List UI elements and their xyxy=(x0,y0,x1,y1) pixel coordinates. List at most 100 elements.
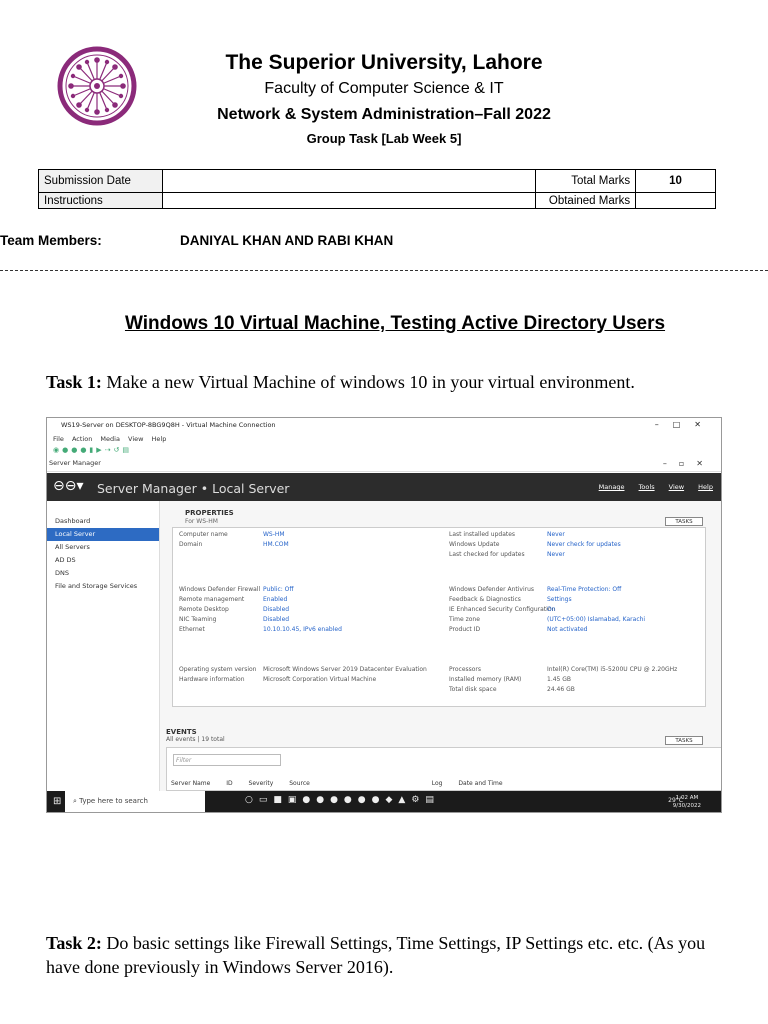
property-row: Feedback & Diagnostics Settings xyxy=(449,596,572,604)
sidebar-item-local-server[interactable]: Local Server xyxy=(47,528,159,541)
property-value[interactable]: WS-HM xyxy=(263,531,285,538)
clock-date: 9/30/2022 xyxy=(672,803,701,809)
events-tasks-button[interactable]: TASKS xyxy=(665,736,703,745)
property-key: Ethernet xyxy=(179,626,205,633)
property-value[interactable]: Settings xyxy=(547,596,572,603)
task-1-text: Make a new Virtual Machine of windows 10… xyxy=(101,372,635,392)
vm-menubar: File Action Media View Help xyxy=(47,434,721,445)
property-row: Total disk space 24.46 GB xyxy=(449,686,575,694)
team-names: DANIYAL KHAN AND RABI KHAN xyxy=(180,233,394,248)
col-source[interactable]: Source xyxy=(289,780,310,787)
property-row: Ethernet 10.10.10.45, IPv6 enabled xyxy=(179,626,342,634)
property-row: NIC Teaming Disabled xyxy=(179,616,289,624)
property-value[interactable]: 10.10.10.45, IPv6 enabled xyxy=(263,626,342,633)
sidebar-item-ad-ds[interactable]: AD DS xyxy=(47,554,159,567)
property-row: Last installed updates Never xyxy=(449,531,565,539)
events-panel: Filter Server Name ID Severity Source Lo… xyxy=(166,747,721,791)
vm-menu-media[interactable]: Media xyxy=(100,435,120,443)
dashed-divider xyxy=(0,270,768,271)
events-columns: Server Name ID Severity Source Log Date … xyxy=(171,780,517,787)
sidebar-item-file-storage[interactable]: File and Storage Services xyxy=(47,580,159,593)
sidebar-item-dns[interactable]: DNS xyxy=(47,567,159,580)
taskbar-search-input[interactable]: ⌕ Type here to search xyxy=(65,791,205,812)
header-menu: Manage Tools View Help xyxy=(587,483,713,491)
property-key: Computer name xyxy=(179,531,228,538)
view-menu[interactable]: View xyxy=(669,483,684,491)
sidebar-item-dashboard[interactable]: Dashboard xyxy=(47,515,159,528)
property-value[interactable]: Public: Off xyxy=(263,586,294,593)
property-key: Total disk space xyxy=(449,686,497,693)
property-row: Product ID Not activated xyxy=(449,626,588,634)
help-menu[interactable]: Help xyxy=(698,483,713,491)
vm-toolbar-icons[interactable]: ◉●●●▮▶⇢↺▤ xyxy=(47,445,721,456)
property-value[interactable]: Microsoft Windows Server 2019 Datacenter… xyxy=(263,666,427,673)
col-severity[interactable]: Severity xyxy=(249,780,274,787)
property-value[interactable]: Microsoft Corporation Virtual Machine xyxy=(263,676,376,683)
instructions-value xyxy=(161,192,537,209)
vm-menu-file[interactable]: File xyxy=(53,435,64,443)
property-value[interactable]: Never xyxy=(547,551,565,558)
tools-menu[interactable]: Tools xyxy=(639,483,655,491)
events-subtitle: All events | 19 total xyxy=(166,736,225,743)
taskbar-clock[interactable]: 1:02 AM 9/30/2022 xyxy=(673,794,701,810)
property-value[interactable]: Disabled xyxy=(263,616,289,623)
col-log[interactable]: Log xyxy=(432,780,443,787)
sm-window-controls-icon[interactable]: –▫✕ xyxy=(663,459,715,468)
instructions-label: Instructions xyxy=(38,192,163,209)
property-value[interactable]: Real-Time Protection: Off xyxy=(547,586,621,593)
vm-menu-view[interactable]: View xyxy=(128,435,143,443)
property-value[interactable]: Not activated xyxy=(547,626,588,633)
property-value[interactable]: 1.45 GB xyxy=(547,676,571,683)
start-icon[interactable]: ⊞ xyxy=(53,796,61,807)
col-date[interactable]: Date and Time xyxy=(458,780,502,787)
events-filter-input[interactable]: Filter xyxy=(173,754,281,766)
property-key: IE Enhanced Security Configuration xyxy=(449,606,556,613)
taskbar-apps-icon[interactable]: ○▭■▣●●●●●●◆▲⚙▤ xyxy=(245,795,440,805)
manage-menu[interactable]: Manage xyxy=(599,483,625,491)
sm-sidebar: Dashboard Local Server All Servers AD DS… xyxy=(47,501,160,791)
property-value[interactable]: Intel(R) Core(TM) i5-5200U CPU @ 2.20GHz xyxy=(547,666,677,673)
property-row: Computer name WS-HM xyxy=(179,531,285,539)
submission-date-value xyxy=(161,169,537,193)
obtained-marks-value xyxy=(635,192,716,209)
property-value[interactable]: On xyxy=(547,606,556,613)
property-key: NIC Teaming xyxy=(179,616,217,623)
properties-tasks-button[interactable]: TASKS xyxy=(665,517,703,526)
property-value[interactable]: Never xyxy=(547,531,565,538)
property-value[interactable]: Never check for updates xyxy=(547,541,621,548)
property-value[interactable]: 24.46 GB xyxy=(547,686,575,693)
property-key: Last installed updates xyxy=(449,531,516,538)
clock-time: 1:02 AM xyxy=(675,795,699,801)
sidebar-item-all-servers[interactable]: All Servers xyxy=(47,541,159,554)
col-id[interactable]: ID xyxy=(226,780,232,787)
vm-menu-help[interactable]: Help xyxy=(152,435,167,443)
property-value[interactable]: HM.COM xyxy=(263,541,289,548)
window-controls-icon[interactable]: –□✕ xyxy=(655,420,715,429)
property-row: Last checked for updates Never xyxy=(449,551,565,559)
properties-subtitle: For WS-HM xyxy=(185,518,218,525)
course-name: Network & System Administration–Fall 202… xyxy=(217,106,551,123)
property-value[interactable]: Enabled xyxy=(263,596,287,603)
property-key: Windows Update xyxy=(449,541,500,548)
university-name: The Superior University, Lahore xyxy=(225,51,543,74)
property-row: Installed memory (RAM) 1.45 GB xyxy=(449,676,571,684)
back-forward-icon[interactable]: ⊖⊖▾ xyxy=(53,478,84,494)
property-key: Windows Defender Antivirus xyxy=(449,586,535,593)
server-manager-titlebar: Server Manager –▫✕ xyxy=(47,456,721,472)
property-row: Hardware information Microsoft Corporatio… xyxy=(179,676,376,684)
submission-date-label: Submission Date xyxy=(38,169,163,193)
property-key: Remote management xyxy=(179,596,245,603)
property-key: Hardware information xyxy=(179,676,245,683)
property-key: Last checked for updates xyxy=(449,551,525,558)
vm-menu-action[interactable]: Action xyxy=(72,435,92,443)
property-row: Windows Update Never check for updates xyxy=(449,541,621,549)
vm-screenshot: WS19-Server on DESKTOP-8BG9Q8H - Virtual… xyxy=(46,417,722,813)
property-value[interactable]: (UTC+05:00) Islamabad, Karachi xyxy=(547,616,645,623)
col-server-name[interactable]: Server Name xyxy=(171,780,210,787)
task-1: Task 1: Make a new Virtual Machine of wi… xyxy=(46,372,635,393)
property-row: Operating system version Microsoft Window… xyxy=(179,666,427,674)
events-title: EVENTS xyxy=(166,728,197,736)
property-value[interactable]: Disabled xyxy=(263,606,289,613)
property-key: Feedback & Diagnostics xyxy=(449,596,521,603)
property-key: Operating system version xyxy=(179,666,257,673)
